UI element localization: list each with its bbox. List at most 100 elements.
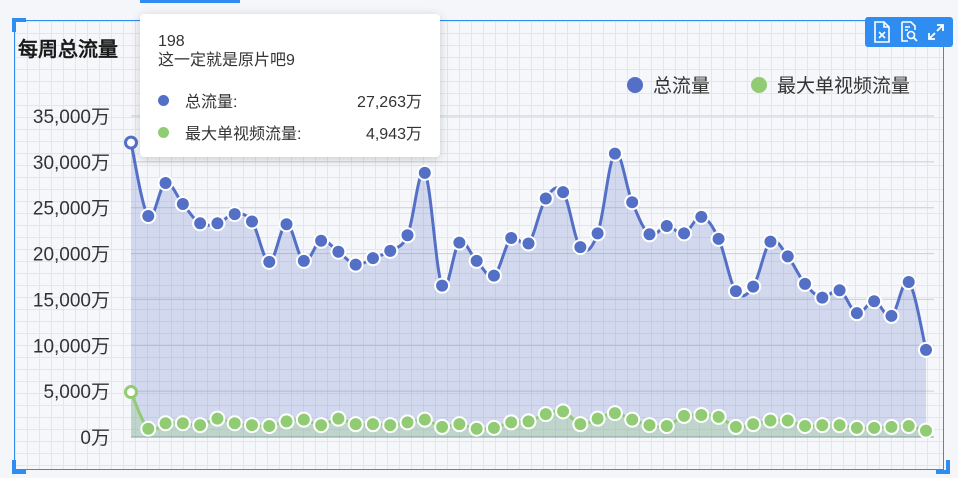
data-point-series-1 <box>624 411 641 428</box>
data-point-series-1 <box>779 412 796 429</box>
data-point-series-0 <box>434 277 451 294</box>
y-axis-tick-labels: 0万 5,000万 10,000万 15,000万 20,000万 25,000万 30,0… <box>33 107 110 449</box>
data-point-series-0 <box>797 275 814 292</box>
chart-tooltip: 198 这一定就是原片吧9 总流量: 27,263万 最大单视频流量: 4,94… <box>140 14 440 157</box>
data-point-series-1 <box>658 417 675 434</box>
data-point-series-0 <box>364 250 381 267</box>
data-point-series-0 <box>624 194 641 211</box>
data-point-series-1 <box>192 417 209 434</box>
data-point-series-1 <box>261 417 278 434</box>
data-point-series-1 <box>520 413 537 430</box>
data-point-series-0 <box>485 267 502 284</box>
data-point-series-1 <box>347 416 364 433</box>
data-point-series-1 <box>572 416 589 433</box>
data-point-series-1 <box>226 415 243 432</box>
data-point-series-0 <box>572 239 589 256</box>
data-point-series-1 <box>883 418 900 435</box>
data-point-series-0 <box>520 235 537 252</box>
data-point-series-1 <box>503 414 520 431</box>
data-point-series-1 <box>313 417 330 434</box>
data-point-series-0 <box>918 341 934 358</box>
data-point-series-0 <box>140 207 157 224</box>
data-point-series-1 <box>278 413 295 430</box>
data-point-series-1 <box>831 417 848 434</box>
data-point-series-0 <box>848 305 865 322</box>
legend-label-total: 总流量 <box>653 76 711 97</box>
data-point-series-1 <box>468 420 485 437</box>
data-point-series-1 <box>157 415 174 432</box>
data-point-series-0 <box>295 252 312 269</box>
tooltip-label-max-video: 最大单视频流量: <box>185 126 302 143</box>
y-tick-label: 5,000万 <box>43 382 110 403</box>
data-point-series-1 <box>710 408 727 425</box>
data-point-series-1 <box>762 412 779 429</box>
y-tick-label: 30,000万 <box>33 153 110 174</box>
data-point-series-0 <box>555 184 572 201</box>
data-point-series-0 <box>658 218 675 235</box>
data-point-series-0 <box>589 225 606 242</box>
legend-item-total[interactable]: 总流量 <box>627 71 710 98</box>
data-point-series-1 <box>174 415 191 432</box>
data-point-series-1 <box>451 416 468 433</box>
tooltip-row-total: 总流量: 27,263万 <box>158 90 422 111</box>
data-point-series-1 <box>693 406 710 423</box>
y-tick-label: 20,000万 <box>33 245 110 266</box>
data-point-series-1 <box>727 418 744 435</box>
tooltip-marker-total <box>158 94 169 106</box>
tooltip-label-total: 总流量: <box>185 94 238 111</box>
legend-marker-max-video <box>751 76 767 93</box>
data-point-series-0 <box>278 216 295 233</box>
data-point-series-0 <box>883 307 900 324</box>
data-point-series-0 <box>192 215 209 232</box>
data-point-series-1 <box>399 414 416 431</box>
data-point-series-0 <box>209 215 226 232</box>
data-point-series-0 <box>900 274 917 291</box>
legend-marker-total <box>627 76 643 93</box>
data-point-series-1 <box>243 417 260 434</box>
legend-item-max-video[interactable]: 最大单视频流量 <box>751 71 910 98</box>
data-point-series-0 <box>174 196 191 213</box>
data-point-series-1 <box>589 410 606 427</box>
data-point-series-1 <box>900 417 917 434</box>
data-point-series-1 <box>606 405 623 422</box>
data-point-series-1 <box>434 418 451 435</box>
data-point-series-0 <box>537 190 554 207</box>
data-point-series-1 <box>676 407 693 424</box>
data-point-series-0 <box>330 243 347 260</box>
data-point-series-1 <box>485 419 502 436</box>
y-tick-label: 0万 <box>80 428 110 449</box>
data-point-series-0 <box>641 226 658 243</box>
data-point-series-1 <box>537 406 554 423</box>
data-point-series-1 <box>797 417 814 434</box>
data-point-series-0 <box>468 252 485 269</box>
data-point-series-1 <box>918 422 934 439</box>
tooltip-row-max-video: 最大单视频流量: 4,943万 <box>158 122 422 143</box>
tooltip-value-max-video: 4,943万 <box>365 126 422 143</box>
data-point-series-1 <box>140 420 157 437</box>
y-tick-label: 25,000万 <box>33 199 110 220</box>
data-point-series-0 <box>399 227 416 244</box>
y-tick-label: 15,000万 <box>33 290 110 311</box>
data-point-series-1 <box>209 410 226 427</box>
data-point-series-0 <box>157 174 174 191</box>
tooltip-marker-max-video <box>158 126 169 138</box>
data-point-series-1 <box>848 419 865 436</box>
data-point-series-0 <box>416 164 433 181</box>
y-tick-label: 10,000万 <box>33 336 110 357</box>
data-point-series-1 <box>745 416 762 433</box>
data-point-series-0 <box>676 225 693 242</box>
data-point-series-0 <box>313 232 330 249</box>
data-point-series-0 <box>606 145 623 162</box>
tooltip-value-total: 27,263万 <box>357 94 422 111</box>
data-point-series-1 <box>814 417 831 434</box>
data-point-series-0 <box>347 256 364 273</box>
data-point-series-0 <box>779 248 796 265</box>
data-point-series-0 <box>727 283 744 300</box>
data-point-series-0 <box>745 278 762 295</box>
data-point-series-0 <box>710 230 727 247</box>
data-point-series-0 <box>831 282 848 299</box>
data-point-series-1 <box>416 411 433 428</box>
data-point-series-0 <box>762 233 779 250</box>
data-point-series-1 <box>382 417 399 434</box>
data-point-series-0 <box>124 135 138 150</box>
